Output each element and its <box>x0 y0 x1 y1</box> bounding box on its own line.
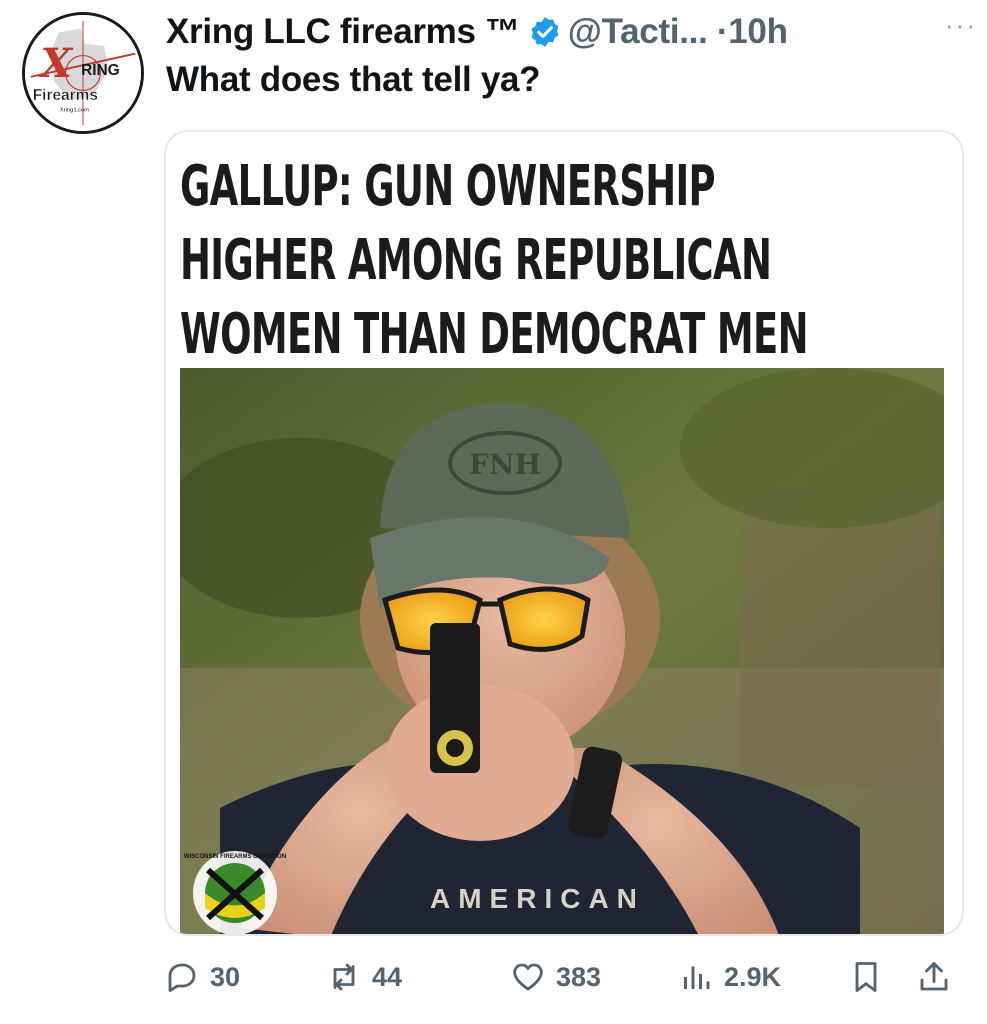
shirt-text: AMERICAN <box>430 883 645 914</box>
avatar-brand-bottom: Firearms <box>33 87 98 104</box>
avatar-brand-top: RING <box>81 62 120 79</box>
bookmark-icon <box>855 962 877 992</box>
svg-text:X: X <box>37 39 73 87</box>
author-avatar[interactable]: X RING Firearms Xring1.com <box>22 12 144 134</box>
repost-icon <box>333 963 355 991</box>
views-icon <box>684 966 710 989</box>
media-card[interactable]: GALLUP: GUN OWNERSHIP HIGHER AMONG REPUB… <box>164 130 964 936</box>
reply-button[interactable]: 30 <box>164 952 240 1002</box>
repost-button[interactable]: 44 <box>326 952 402 1002</box>
xring-logo: X RING Firearms Xring1.com <box>25 15 141 131</box>
bookmark-button[interactable] <box>848 952 894 1002</box>
reply-count: 30 <box>210 961 241 992</box>
woman-shooting-photo: FNH AMERICAN WISCONSIN FIREARMS COALITIO… <box>180 368 944 934</box>
tweet-text: What does that tell ya? <box>166 60 541 99</box>
cap-logo: FNH <box>469 448 541 481</box>
views-button[interactable]: 2.9K <box>678 952 781 1002</box>
verified-badge-icon[interactable] <box>528 15 562 49</box>
views-count: 2.9K <box>724 961 782 992</box>
author-name[interactable]: Xring LLC firearms ™ <box>166 12 520 52</box>
watermark-text: WISCONSIN FIREARMS COALITION <box>184 854 286 860</box>
heart-icon <box>513 963 543 991</box>
action-bar: 30 44 383 2.9K <box>160 952 970 1002</box>
avatar-brand-small: Xring1.com <box>60 108 89 114</box>
more-options-icon[interactable]: ··· <box>945 10 977 41</box>
headline-line-3: WOMEN THAN DEMOCRAT MEN <box>180 302 809 367</box>
like-button[interactable]: 383 <box>510 952 601 1002</box>
card-headline: GALLUP: GUN OWNERSHIP HIGHER AMONG REPUB… <box>180 150 809 372</box>
share-icon <box>920 962 948 991</box>
share-button[interactable] <box>916 952 962 1002</box>
reply-icon <box>168 963 196 992</box>
card-photo[interactable]: FNH AMERICAN WISCONSIN FIREARMS COALITIO… <box>180 368 944 934</box>
headline-line-2: HIGHER AMONG REPUBLICAN <box>180 228 772 293</box>
tweet-header: Xring LLC firearms ™ @Tacti... ·10h <box>166 8 967 56</box>
like-count: 383 <box>556 961 602 992</box>
author-handle-time[interactable]: @Tacti... ·10h <box>568 12 788 52</box>
headline-line-1: GALLUP: GUN OWNERSHIP <box>180 154 716 219</box>
repost-count: 44 <box>372 961 403 992</box>
